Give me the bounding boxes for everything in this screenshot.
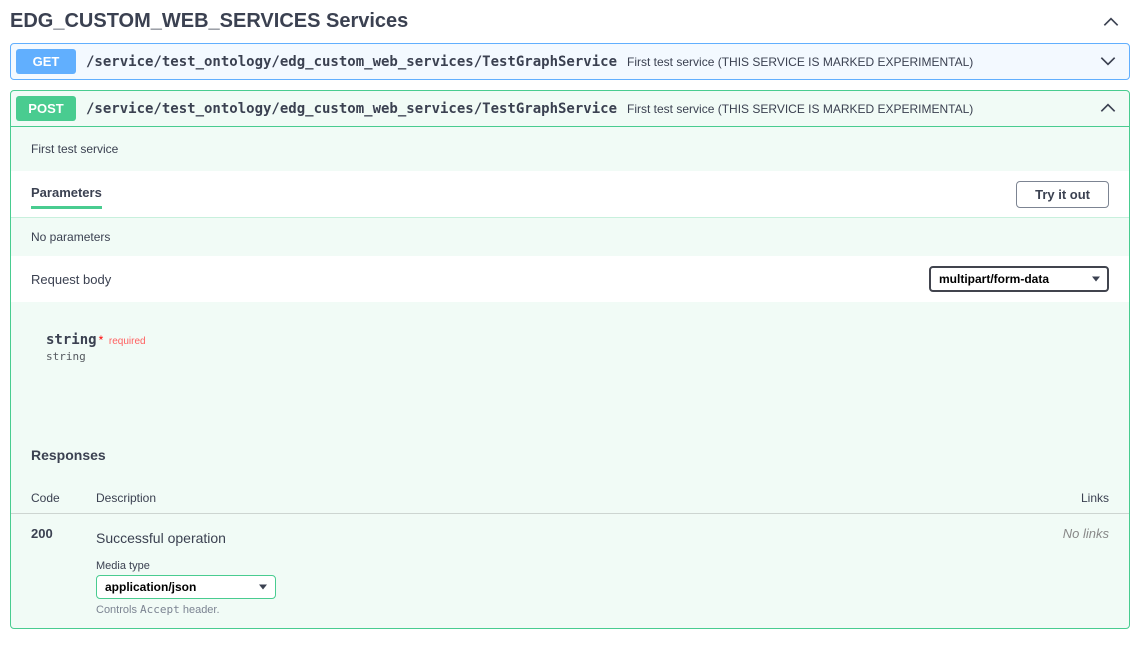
operation-description: First test service (THIS SERVICE IS MARK… [627,102,1099,116]
media-type-label: Media type [96,560,1049,572]
required-star-icon: * [99,333,104,347]
section-title: EDG_CUSTOM_WEB_SERVICES Services [10,10,1102,33]
request-body-label: Request body [31,272,111,287]
operation-post-header[interactable]: POST /service/test_ontology/edg_custom_w… [11,91,1129,126]
chevron-up-icon [1102,17,1120,27]
operation-path: /service/test_ontology/edg_custom_web_se… [86,101,617,117]
controls-accept-text: Controls Accept header. [96,603,1049,616]
no-parameters-text: No parameters [11,218,1129,256]
response-code: 200 [31,526,96,616]
response-description: Successful operation [96,530,1049,546]
request-body-header: Request body multipart/form-data [11,256,1129,302]
response-row: 200 Successful operation Media type appl… [11,514,1129,628]
operation-post: POST /service/test_ontology/edg_custom_w… [10,90,1130,629]
operation-get-header[interactable]: GET /service/test_ontology/edg_custom_we… [11,44,1129,79]
method-badge-post: POST [16,96,76,121]
required-label: required [109,336,146,347]
col-links: Links [1049,491,1109,505]
try-it-out-button[interactable]: Try it out [1016,181,1109,208]
response-description-cell: Successful operation Media type applicat… [96,526,1049,616]
chevron-down-icon [1099,54,1117,69]
col-description: Description [96,491,1049,505]
operation-get: GET /service/test_ontology/edg_custom_we… [10,43,1130,80]
content-type-select[interactable]: multipart/form-data [929,266,1109,292]
responses-label: Responses [11,433,1129,477]
section-header[interactable]: EDG_CUSTOM_WEB_SERVICES Services [0,0,1140,43]
request-body-content: string* required string [11,302,1129,433]
tab-parameters[interactable]: Parameters [31,179,102,209]
responses-table-header: Code Description Links [11,491,1129,514]
media-type-select[interactable]: application/json [96,575,276,599]
param-type: string [46,350,1109,363]
operation-description: First test service (THIS SERVICE IS MARK… [627,55,1099,69]
col-code: Code [31,491,96,505]
param-name: string [46,332,97,348]
operation-body-description: First test service [11,127,1129,171]
parameters-header: Parameters Try it out [11,171,1129,218]
chevron-up-icon [1099,101,1117,116]
method-badge-get: GET [16,49,76,74]
operation-body: First test service Parameters Try it out… [11,126,1129,628]
operation-path: /service/test_ontology/edg_custom_web_se… [86,54,617,70]
response-no-links: No links [1049,526,1109,616]
